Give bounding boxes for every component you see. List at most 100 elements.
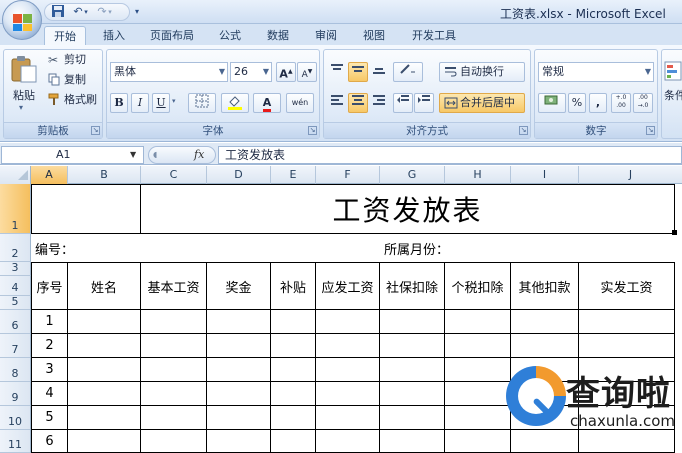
clipboard-launcher-icon[interactable]: ↘ — [91, 126, 100, 135]
row-header-7[interactable]: 7 — [0, 334, 31, 358]
row-header-9[interactable]: 9 — [0, 382, 31, 406]
table-cell[interactable] — [271, 406, 316, 430]
table-cell[interactable] — [380, 334, 445, 358]
table-cell[interactable] — [511, 430, 579, 453]
insert-function-button[interactable]: fx — [194, 146, 214, 164]
grow-font-button[interactable]: A▲ — [276, 62, 296, 82]
header-cell-social-insurance[interactable]: 社保扣除 — [380, 262, 445, 310]
table-cell[interactable] — [579, 334, 675, 358]
column-header-b[interactable]: B — [68, 166, 141, 184]
table-cell[interactable] — [316, 430, 380, 453]
tab-review[interactable]: 审阅 — [306, 26, 346, 46]
header-cell-gross-pay[interactable]: 应发工资 — [316, 262, 380, 310]
column-header-e[interactable]: E — [271, 166, 316, 184]
column-header-g[interactable]: G — [380, 166, 445, 184]
name-box-dropdown-icon[interactable]: ▼ — [130, 146, 142, 164]
row-header-1[interactable]: 1 — [0, 184, 31, 234]
table-cell[interactable] — [207, 334, 271, 358]
italic-button[interactable]: I — [131, 93, 149, 113]
table-cell[interactable] — [141, 406, 207, 430]
serial-cell[interactable]: 4 — [31, 382, 68, 406]
row-header-6[interactable]: 6 — [0, 310, 31, 334]
table-cell[interactable] — [511, 334, 579, 358]
column-header-i[interactable]: I — [511, 166, 579, 184]
header-cell-net-pay[interactable]: 实发工资 — [579, 262, 675, 310]
row-header-10[interactable]: 10 — [0, 406, 31, 430]
paste-button[interactable]: 粘贴 — [9, 87, 39, 102]
table-cell[interactable] — [445, 406, 511, 430]
phonetic-button[interactable]: wén — [286, 93, 314, 113]
underline-button[interactable]: U — [152, 93, 170, 113]
table-cell[interactable] — [271, 382, 316, 406]
table-cell[interactable] — [380, 406, 445, 430]
column-header-d[interactable]: D — [207, 166, 271, 184]
paste-dropdown-icon[interactable]: ▾ — [16, 103, 26, 112]
table-cell[interactable] — [271, 358, 316, 382]
align-center-button[interactable] — [348, 93, 368, 113]
copy-button[interactable]: 复制 — [64, 73, 100, 87]
header-cell-allowance[interactable]: 补贴 — [271, 262, 316, 310]
cut-button[interactable]: 剪切 — [64, 53, 100, 67]
table-cell[interactable] — [207, 310, 271, 334]
save-icon[interactable] — [50, 4, 66, 20]
table-cell[interactable] — [316, 406, 380, 430]
column-header-f[interactable]: F — [316, 166, 380, 184]
serial-cell[interactable]: 3 — [31, 358, 68, 382]
alignment-launcher-icon[interactable]: ↘ — [519, 126, 528, 135]
table-cell[interactable] — [316, 334, 380, 358]
table-cell[interactable] — [380, 430, 445, 453]
align-right-button[interactable] — [369, 93, 389, 113]
table-cell[interactable] — [68, 310, 141, 334]
row-header-5[interactable]: 5 — [0, 295, 31, 310]
column-header-c[interactable]: C — [141, 166, 207, 184]
table-cell[interactable] — [445, 430, 511, 453]
conditional-format-button[interactable]: 条件 — [664, 87, 682, 101]
table-cell[interactable] — [271, 310, 316, 334]
undo-dropdown-icon[interactable]: ▾ — [82, 4, 90, 20]
tab-page-layout[interactable]: 页面布局 — [140, 26, 204, 46]
table-cell[interactable] — [445, 358, 511, 382]
table-cell[interactable] — [271, 430, 316, 453]
header-cell-bonus[interactable]: 奖金 — [207, 262, 271, 310]
header-cell-base-salary[interactable]: 基本工资 — [141, 262, 207, 310]
cell-a1-b1[interactable] — [31, 184, 141, 234]
tab-insert[interactable]: 插入 — [94, 26, 134, 46]
table-cell[interactable] — [316, 310, 380, 334]
table-cell[interactable] — [141, 430, 207, 453]
header-cell-name[interactable]: 姓名 — [68, 262, 141, 310]
table-cell[interactable] — [445, 334, 511, 358]
table-cell[interactable] — [380, 358, 445, 382]
serial-cell[interactable]: 6 — [31, 430, 68, 453]
borders-button[interactable] — [188, 93, 216, 113]
formula-input[interactable]: 工资发放表 — [218, 146, 682, 164]
tab-developer[interactable]: 开发工具 — [402, 26, 466, 46]
column-header-a[interactable]: A — [31, 166, 68, 184]
merge-center-button[interactable]: 合并后居中 — [439, 93, 525, 113]
table-cell[interactable] — [316, 358, 380, 382]
align-middle-button[interactable] — [348, 62, 368, 82]
table-cell[interactable] — [141, 334, 207, 358]
shrink-font-button[interactable]: A▼ — [297, 62, 317, 82]
comma-button[interactable]: , — [589, 93, 607, 113]
tab-formulas[interactable]: 公式 — [210, 26, 250, 46]
table-cell[interactable] — [579, 310, 675, 334]
paste-icon[interactable] — [9, 54, 39, 84]
table-cell[interactable] — [207, 430, 271, 453]
header-cell-income-tax[interactable]: 个税扣除 — [445, 262, 511, 310]
serial-cell[interactable]: 2 — [31, 334, 68, 358]
table-cell[interactable] — [68, 430, 141, 453]
table-cell[interactable] — [141, 382, 207, 406]
header-cell-other-deductions[interactable]: 其他扣款 — [511, 262, 579, 310]
row-header-3[interactable]: 3 — [0, 261, 31, 276]
month-label-cell[interactable]: 所属月份： — [380, 234, 579, 262]
sheet-title-cell[interactable]: 工资发放表 — [141, 184, 675, 234]
id-label-cell[interactable]: 编号： — [31, 234, 141, 262]
number-launcher-icon[interactable]: ↘ — [646, 126, 655, 135]
accounting-format-button[interactable] — [538, 93, 566, 113]
orientation-button[interactable] — [393, 62, 423, 82]
customize-toolbar-icon[interactable]: ▾ — [132, 4, 142, 20]
redo-dropdown-icon[interactable]: ▾ — [106, 4, 114, 20]
table-cell[interactable] — [68, 382, 141, 406]
font-launcher-icon[interactable]: ↘ — [308, 126, 317, 135]
serial-cell[interactable]: 1 — [31, 310, 68, 334]
